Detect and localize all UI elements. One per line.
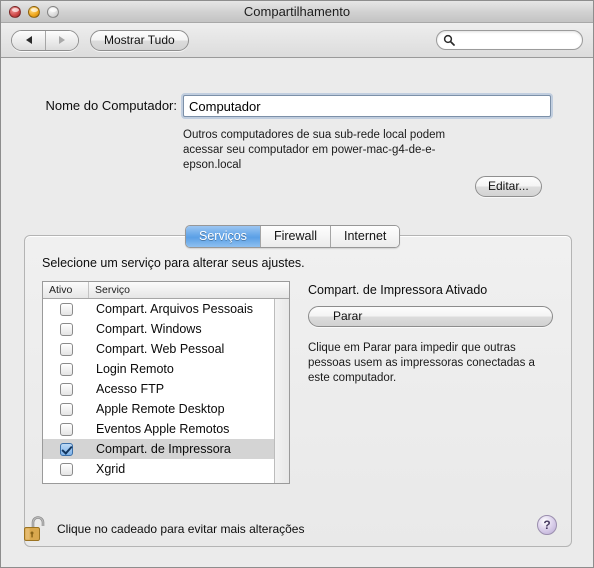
show-all-button[interactable]: Mostrar Tudo — [90, 29, 189, 51]
checkbox-unchecked[interactable] — [59, 342, 73, 356]
tab-internet[interactable]: Internet — [330, 226, 400, 247]
checkbox-unchecked[interactable] — [59, 382, 73, 396]
help-button[interactable]: ? — [537, 515, 557, 535]
service-checkbox-cell — [43, 362, 89, 376]
computer-name-description: Outros computadores de sua sub-rede loca… — [183, 129, 446, 171]
checkbox-unchecked[interactable] — [59, 302, 73, 316]
service-name: Compart. Windows — [96, 322, 202, 336]
checkbox-unchecked[interactable] — [59, 322, 73, 336]
forward-arrow-icon — [59, 36, 65, 44]
service-row[interactable]: Compart. Arquivos Pessoais — [43, 299, 289, 319]
detail-description: Clique em Parar para impedir que outras … — [308, 342, 535, 384]
edit-button[interactable]: Editar... — [475, 176, 542, 197]
tab-firewall[interactable]: Firewall — [259, 226, 330, 247]
column-header-active: Ativo — [43, 282, 89, 298]
service-row[interactable]: Compart. Windows — [43, 319, 289, 339]
zoom-button[interactable] — [47, 5, 59, 18]
window-controls — [9, 5, 59, 18]
service-name: Compart. Arquivos Pessoais — [96, 302, 254, 316]
service-row[interactable]: Xgrid — [43, 459, 289, 479]
padlock-open-icon[interactable] — [23, 513, 49, 545]
service-name: Xgrid — [96, 462, 126, 476]
service-checkbox-cell — [43, 442, 89, 456]
service-checkbox-cell — [43, 402, 89, 416]
forward-button[interactable] — [45, 30, 78, 50]
lock-row: Clique no cadeado para evitar mais alter… — [23, 513, 304, 545]
search-input[interactable] — [436, 30, 583, 50]
close-button[interactable] — [9, 5, 21, 18]
checkbox-checked[interactable] — [59, 442, 73, 456]
minimize-button[interactable] — [28, 5, 40, 18]
sharing-preferences-window: Compartilhamento Mostrar Tudo Nome do Co… — [0, 0, 594, 568]
detail-title: Compart. de Impressora Ativado — [308, 283, 488, 297]
service-row[interactable]: Compart. de Impressora — [43, 439, 289, 459]
tab-bar: Serviços Firewall Internet — [185, 225, 401, 248]
service-row[interactable]: Compart. Web Pessoal — [43, 339, 289, 359]
checkbox-unchecked[interactable] — [59, 422, 73, 436]
service-checkbox-cell — [43, 462, 89, 476]
tab-servicos[interactable]: Serviços — [186, 226, 260, 247]
title-bar: Compartilhamento — [1, 1, 593, 23]
services-list-header: Ativo Serviço — [43, 282, 289, 299]
computer-name-input[interactable] — [183, 95, 551, 117]
service-name: Acesso FTP — [96, 382, 165, 396]
services-list-body: Compart. Arquivos Pessoais Compart. Windo… — [43, 299, 289, 483]
preference-content: Nome do Computador: Outros computadores … — [1, 58, 593, 567]
service-checkbox-cell — [43, 422, 89, 436]
service-row[interactable]: Acesso FTP — [43, 379, 289, 399]
services-panel: Selecione um serviço para alterar seus a… — [24, 235, 572, 547]
back-arrow-icon — [25, 36, 32, 44]
stop-button[interactable]: Parar — [308, 306, 553, 327]
service-name: Login Remoto — [96, 362, 174, 376]
service-checkbox-cell — [43, 382, 89, 396]
computer-name-label: Nome do Computador: — [45, 98, 177, 113]
service-row[interactable]: Eventos Apple Remotos — [43, 419, 289, 439]
service-name: Compart. de Impressora — [96, 442, 231, 456]
back-button[interactable] — [12, 30, 45, 50]
service-checkbox-cell — [43, 342, 89, 356]
column-header-service: Serviço — [95, 284, 131, 296]
navigation-segmented-control — [11, 29, 79, 51]
computer-name-row: Nome do Computador: — [1, 95, 593, 117]
checkbox-unchecked[interactable] — [59, 402, 73, 416]
service-detail-panel: Compart. de Impressora Ativado Parar Cli… — [308, 283, 553, 386]
search-field-wrapper — [436, 30, 583, 50]
list-scrollbar[interactable] — [274, 299, 289, 483]
window-title: Compartilhamento — [243, 4, 351, 19]
panel-instruction: Selecione um serviço para alterar seus a… — [42, 256, 305, 270]
service-row[interactable]: Apple Remote Desktop — [43, 399, 289, 419]
service-name: Compart. Web Pessoal — [96, 342, 225, 356]
lock-message: Clique no cadeado para evitar mais alter… — [57, 522, 305, 536]
service-checkbox-cell — [43, 302, 89, 316]
checkbox-unchecked[interactable] — [59, 462, 73, 476]
service-checkbox-cell — [43, 322, 89, 336]
service-row[interactable]: Login Remoto — [43, 359, 289, 379]
service-name: Apple Remote Desktop — [96, 402, 225, 416]
checkbox-unchecked[interactable] — [59, 362, 73, 376]
toolbar: Mostrar Tudo — [1, 23, 593, 58]
service-name: Eventos Apple Remotos — [96, 422, 230, 436]
services-list[interactable]: Ativo Serviço Compart. Arquivos Pessoais… — [42, 281, 290, 484]
